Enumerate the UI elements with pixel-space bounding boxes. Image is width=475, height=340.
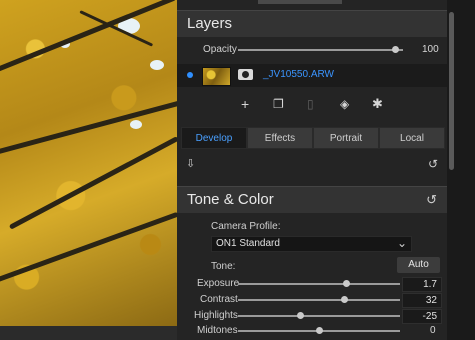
- mask-icon[interactable]: [238, 69, 253, 80]
- exposure-value[interactable]: 1.7: [402, 277, 442, 292]
- exposure-label: Exposure: [197, 278, 240, 289]
- tone-color-title: Tone & Color: [187, 191, 274, 208]
- chevron-down-icon: ⌄: [396, 236, 407, 250]
- opacity-value[interactable]: 100: [422, 44, 439, 55]
- duplicate-layer-icon[interactable]: ❐: [273, 97, 284, 111]
- tab-portrait[interactable]: Portrait: [313, 127, 379, 149]
- highlights-label: Highlights: [194, 310, 238, 321]
- tone-color-reset-icon[interactable]: ↺: [426, 192, 437, 208]
- opacity-slider-track[interactable]: [238, 49, 403, 51]
- opacity-slider-knob[interactable]: [391, 46, 399, 53]
- contrast-slider-track[interactable]: [238, 299, 400, 301]
- layer-thumbnail[interactable]: [202, 67, 231, 86]
- highlights-value[interactable]: -25: [402, 309, 442, 324]
- midtones-value[interactable]: 0: [430, 325, 436, 336]
- stack-icon[interactable]: ◈: [340, 97, 349, 111]
- opacity-label: Opacity: [203, 44, 237, 55]
- layer-row[interactable]: _JV10550.ARW: [177, 64, 447, 87]
- module-tabs: Develop Effects Portrait Local: [181, 127, 445, 149]
- layers-header[interactable]: Layers: [177, 10, 447, 37]
- panel-scrollbar[interactable]: [447, 0, 475, 340]
- auto-tone-button[interactable]: Auto: [397, 257, 440, 273]
- tab-local[interactable]: Local: [379, 127, 445, 149]
- tone-label: Tone:: [211, 261, 236, 272]
- contrast-label: Contrast: [200, 294, 238, 305]
- scrollbar-thumb[interactable]: [449, 12, 454, 170]
- camera-profile-label: Camera Profile:: [211, 221, 281, 232]
- highlights-slider-knob[interactable]: [297, 312, 304, 319]
- photo-bottom-bar: [0, 326, 177, 340]
- photo-preview[interactable]: [0, 0, 177, 326]
- branch: [8, 136, 177, 230]
- reset-all-icon[interactable]: ↺: [428, 157, 438, 171]
- contrast-value[interactable]: 32: [402, 293, 442, 308]
- settings-icon[interactable]: ✱: [372, 96, 383, 112]
- tab-effects[interactable]: Effects: [247, 127, 313, 149]
- layer-active-dot: [187, 72, 193, 78]
- exposure-slider-track[interactable]: [238, 283, 400, 285]
- delete-layer-icon[interactable]: ▯: [307, 97, 314, 111]
- branch: [0, 211, 177, 285]
- branch: [0, 98, 177, 155]
- exposure-slider-knob[interactable]: [343, 280, 350, 287]
- midtones-label: Midtones: [197, 325, 238, 336]
- contrast-slider-knob[interactable]: [341, 296, 348, 303]
- tone-color-header[interactable]: Tone & Color ↺: [177, 186, 447, 213]
- midtones-slider-knob[interactable]: [316, 327, 323, 334]
- sky-patch: [130, 120, 142, 129]
- sky-patch: [150, 60, 164, 70]
- top-toolbar-strip: [258, 0, 342, 4]
- camera-profile-value: ON1 Standard: [216, 238, 280, 249]
- highlights-slider-track[interactable]: [238, 315, 400, 317]
- tab-develop[interactable]: Develop: [181, 127, 247, 149]
- export-icon[interactable]: ⇩: [186, 157, 195, 170]
- layers-title: Layers: [187, 15, 233, 32]
- camera-profile-dropdown[interactable]: ON1 Standard ⌄: [211, 236, 412, 252]
- layer-name[interactable]: _JV10550.ARW: [263, 69, 334, 80]
- add-layer-icon[interactable]: +: [241, 96, 249, 112]
